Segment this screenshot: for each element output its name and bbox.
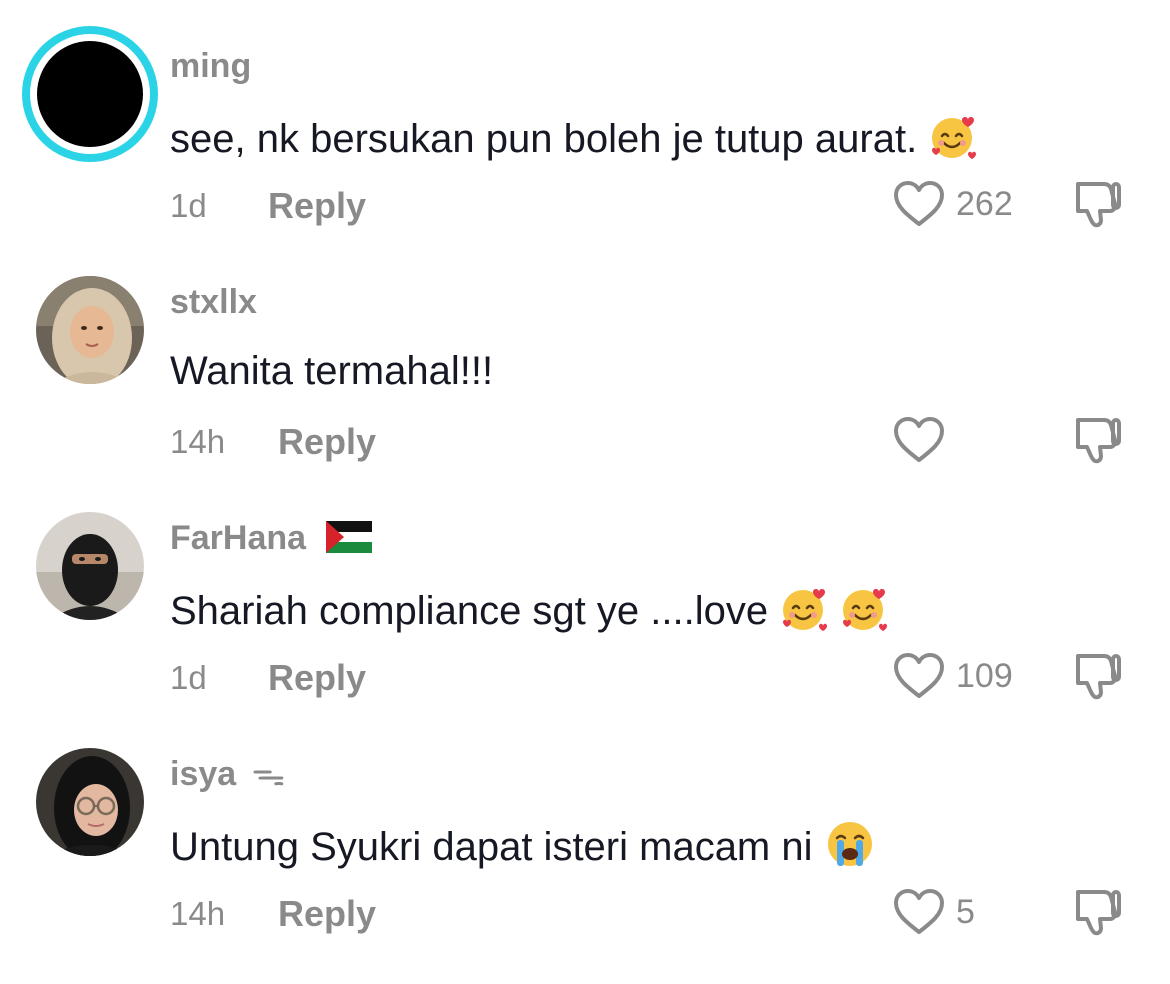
reply-button[interactable]: Reply [268, 658, 366, 698]
dislike-icon[interactable] [1070, 178, 1124, 230]
comment-time: 1d [170, 187, 207, 224]
comment-time: 14h [170, 895, 226, 932]
comment-text: Untung Syukri dapat isteri macam ni [170, 818, 876, 872]
heart-icon[interactable] [892, 416, 946, 464]
comment-time: 14h [170, 423, 226, 460]
avatar[interactable] [22, 26, 158, 162]
comment-text-body: Wanita termahal!!! [170, 349, 494, 393]
avatar[interactable] [36, 276, 144, 384]
dislike-icon[interactable] [1070, 414, 1124, 466]
avatar-image [36, 276, 144, 384]
like-count: 109 [956, 656, 1013, 695]
comment-text: see, nk bersukan pun boleh je tutup aura… [170, 110, 980, 164]
comment-username[interactable]: isya ᯓ [170, 754, 285, 794]
palestine-flag-icon [326, 521, 372, 553]
comment-item: FarHana Shariah compliance sgt ye ....lo… [0, 512, 1170, 748]
avatar[interactable] [36, 512, 144, 620]
comment-username[interactable]: FarHana [170, 518, 372, 558]
heart-icon[interactable] [892, 652, 946, 700]
reply-button[interactable]: Reply [278, 894, 376, 934]
smiling-face-with-hearts-icon [928, 110, 980, 162]
like-group: 262 [892, 178, 1013, 230]
like-group: 109 [892, 650, 1013, 702]
comment-item: stxllx Wanita termahal!!! 14h Reply [0, 276, 1170, 512]
avatar-image [36, 512, 144, 620]
comment-username[interactable]: stxllx [170, 282, 257, 322]
avatar-image [36, 748, 144, 856]
like-group: 5 [892, 886, 975, 938]
avatar-image [37, 41, 143, 147]
comment-username-text: FarHana [170, 519, 307, 557]
comment-text: Wanita termahal!!! [170, 346, 493, 396]
dislike-icon[interactable] [1070, 886, 1124, 938]
comment-username[interactable]: ming [170, 46, 251, 86]
comment-username-text: isya [170, 755, 237, 793]
username-suffix: ᯓ [251, 755, 286, 793]
comment-item: ming see, nk bersukan pun boleh je tutup… [0, 26, 1170, 276]
reply-button[interactable]: Reply [268, 186, 366, 226]
comment-time: 1d [170, 659, 207, 696]
reply-button[interactable]: Reply [278, 422, 376, 462]
loudly-crying-face-icon [824, 818, 876, 870]
like-count: 262 [956, 184, 1013, 223]
comment-text: Shariah compliance sgt ye ....love [170, 582, 891, 636]
smiling-face-with-hearts-icon [779, 582, 831, 634]
smiling-face-with-hearts-icon [839, 582, 891, 634]
heart-icon[interactable] [892, 888, 946, 936]
dislike-icon[interactable] [1070, 650, 1124, 702]
like-count: 5 [956, 892, 975, 931]
comment-text-body: Untung Syukri dapat isteri macam ni [170, 825, 813, 869]
comment-text-body: Shariah compliance sgt ye ....love [170, 589, 769, 633]
comment-item: isya ᯓ Untung Syukri dapat isteri macam … [0, 748, 1170, 984]
like-group [892, 414, 956, 466]
comment-text-body: see, nk bersukan pun boleh je tutup aura… [170, 117, 918, 161]
avatar[interactable] [36, 748, 144, 856]
heart-icon[interactable] [892, 180, 946, 228]
